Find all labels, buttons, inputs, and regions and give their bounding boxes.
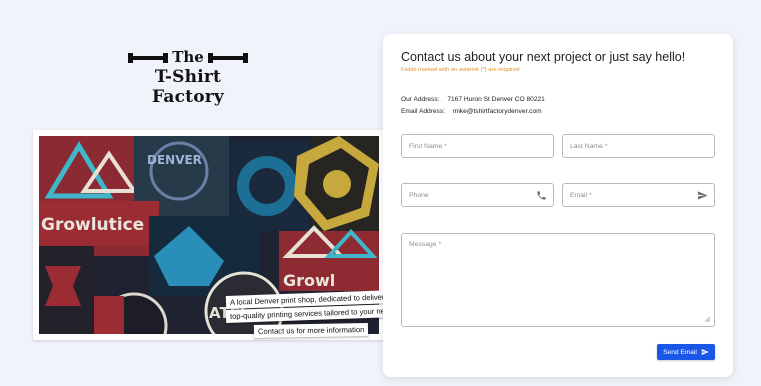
send-email-button[interactable]: Send Email (657, 344, 715, 360)
logo-bar-left (128, 52, 169, 63)
logo-line-2: T-Shirt Factory (152, 67, 224, 107)
send-button-icon (701, 349, 709, 355)
email-address-row: Email Address: mike@tshirtfactorydenver.… (401, 108, 542, 115)
shirt-word-1: Growlutice (41, 215, 144, 235)
shirt-word-3: Growl (283, 271, 335, 290)
phone-input[interactable] (402, 184, 553, 206)
resize-grip-icon[interactable] (704, 316, 710, 322)
email-field (562, 183, 715, 207)
send-icon (697, 191, 708, 200)
contact-form-card: Contact us about your next project or ju… (383, 34, 733, 377)
email-address-value: mike@tshirtfactorydenver.com (452, 108, 542, 115)
address-label: Our Address: (401, 96, 440, 103)
shirt-word-2: DENVER (147, 153, 202, 167)
logo-bar-right (207, 52, 248, 63)
photo-caption-3: Contact us for more information (253, 323, 369, 338)
last-name-field (562, 134, 715, 158)
first-name-input[interactable] (402, 135, 553, 157)
contact-title: Contact us about your next project or ju… (401, 50, 686, 64)
address-value: 7167 Huron St Denver CO 80221 (447, 96, 545, 103)
email-address-label: Email Address: (401, 108, 445, 115)
email-input[interactable] (563, 184, 714, 206)
logo-line-1: The (172, 48, 204, 66)
send-email-label: Send Email (663, 348, 697, 356)
message-input[interactable] (402, 234, 714, 326)
message-field (401, 233, 715, 327)
address-row: Our Address: 7167 Huron St Denver CO 802… (401, 96, 545, 103)
phone-field (401, 183, 554, 207)
logo-line-1-row: The (118, 50, 258, 65)
first-name-field (401, 134, 554, 158)
required-fields-note: Fields marked with an asterisk (*) are r… (401, 67, 520, 73)
phone-icon (537, 191, 546, 200)
brand-logo[interactable]: The T-Shirt Factory (118, 50, 258, 107)
last-name-input[interactable] (563, 135, 714, 157)
